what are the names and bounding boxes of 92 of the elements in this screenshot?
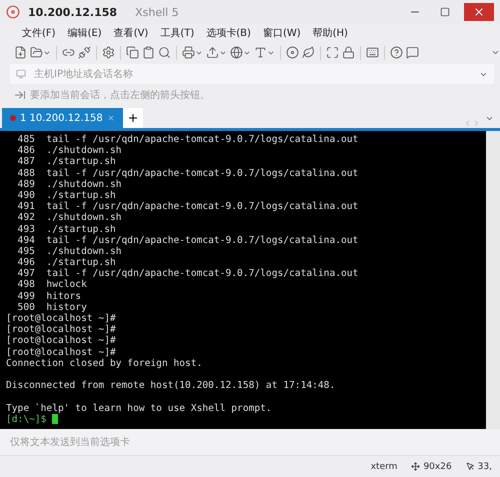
menu-item[interactable]: 选项卡(B) xyxy=(200,26,257,40)
status-dot-icon xyxy=(10,115,16,121)
add-tab-button[interactable] xyxy=(122,108,143,128)
globe-button[interactable] xyxy=(230,46,251,59)
fullscreen-button[interactable] xyxy=(326,46,339,59)
font-button[interactable] xyxy=(254,46,275,59)
disc-button[interactable] xyxy=(286,46,299,59)
help-icon xyxy=(390,46,403,59)
clipboard-button[interactable] xyxy=(142,46,155,59)
terminal-line: 493 ./startup.sh xyxy=(16,224,116,234)
menu-item[interactable]: 编辑(E) xyxy=(62,26,108,40)
terminal-line: [root@localhost ~]# xyxy=(6,346,116,358)
terminal-line: 497 tail -f /usr/qdn/apache-tomcat-9.0.7/logs/catalina.out xyxy=(16,268,358,280)
terminal-type: xterm xyxy=(370,462,398,472)
terminal-size: 90x26 xyxy=(423,462,452,472)
folder-icon xyxy=(30,46,43,59)
terminal-line: 488 tail -f /usr/qdn/apache-tomcat-9.0.7/logs/catalina.out xyxy=(16,168,358,179)
clipboard-icon xyxy=(142,46,155,59)
keyboard-button[interactable] xyxy=(366,46,379,59)
terminal-line: 486 ./shutdown.sh xyxy=(16,145,122,156)
leaf-icon xyxy=(302,46,315,59)
terminal-line: 485 tail -f /usr/qdn/apache-tomcat-9.0.7/logs/catalina.out xyxy=(16,134,358,145)
overflow-icon[interactable] xyxy=(491,48,500,57)
font-icon xyxy=(254,46,267,59)
terminal-line: [root@localhost ~]# xyxy=(6,324,116,336)
cursor-position-icon xyxy=(466,462,475,471)
leaf-button[interactable] xyxy=(302,46,315,59)
menu-item[interactable]: 帮助(H) xyxy=(306,26,354,40)
address-input[interactable]: 主机IP地址或会话名称 xyxy=(32,68,473,80)
terminal-line: Connection closed by foreign host. xyxy=(6,358,202,369)
close-button[interactable] xyxy=(464,3,494,21)
window-title: 10.200.12.158 xyxy=(28,6,118,18)
fullscreen-icon xyxy=(326,46,339,59)
terminal-line: 496 ./startup.sh xyxy=(16,257,116,268)
upload-icon xyxy=(206,46,219,59)
globe-icon xyxy=(230,46,243,59)
copy-icon xyxy=(126,46,139,59)
session-tab[interactable]: 1 10.200.12.158 xyxy=(2,108,123,128)
terminal-line: 492 ./shutdown.sh xyxy=(16,212,122,224)
terminal-line: Disconnected from remote host(10.200.12.158) at 17:14:48. xyxy=(6,380,336,392)
chat-button[interactable] xyxy=(406,46,419,59)
printer-icon xyxy=(182,46,195,59)
monitor-icon xyxy=(16,69,26,79)
folder-button[interactable] xyxy=(30,46,51,59)
terminal-line: [root@localhost ~]# xyxy=(6,313,116,324)
terminal-line: 495 ./shutdown.sh xyxy=(16,246,122,257)
plus-icon xyxy=(126,112,139,124)
terminal-line: 489 ./shutdown.sh xyxy=(16,178,122,190)
new-file-button[interactable] xyxy=(14,46,27,59)
upload-button[interactable] xyxy=(206,46,227,59)
terminal-line: 494 tail -f /usr/qdn/apache-tomcat-9.0.7/logs/catalina.out xyxy=(16,234,358,246)
settings-icon xyxy=(102,46,115,59)
settings-button[interactable] xyxy=(102,46,115,59)
terminal-line: 500 history xyxy=(16,302,87,313)
size-icon xyxy=(411,462,420,471)
menu-item[interactable]: 工具(T) xyxy=(154,26,200,40)
copy-button[interactable] xyxy=(126,46,139,59)
search-icon xyxy=(158,46,171,59)
new-file-icon xyxy=(14,46,27,59)
send-text-field[interactable]: 仅将文本发送到当前选项卡 xyxy=(8,436,492,448)
tab-list-icon[interactable] xyxy=(485,114,494,123)
address-field[interactable]: 主机IP地址或会话名称 xyxy=(10,64,494,84)
maximize-icon xyxy=(440,7,450,17)
lock-icon xyxy=(342,46,355,59)
terminal-line: [root@localhost ~]# xyxy=(6,335,116,346)
cursor-position: 33, xyxy=(478,462,492,472)
app-name: Xshell 5 xyxy=(135,6,179,18)
terminal-line: 499 hitors xyxy=(16,290,82,302)
keyboard-icon xyxy=(366,46,379,59)
help-button[interactable] xyxy=(390,46,403,59)
printer-button[interactable] xyxy=(182,46,203,59)
terminal-line: 498 hwclock xyxy=(16,279,87,290)
menu-item[interactable]: 窗口(W) xyxy=(256,26,307,40)
search-button[interactable] xyxy=(158,46,171,59)
terminal-line: 490 ./startup.sh xyxy=(16,190,116,201)
terminal-line: 491 tail -f /usr/qdn/apache-tomcat-9.0.7/logs/catalina.out xyxy=(16,201,358,212)
send-bar[interactable]: 仅将文本发送到当前选项卡 xyxy=(0,429,500,456)
menu-item[interactable]: 查看(V) xyxy=(108,26,154,40)
disc-icon xyxy=(286,46,299,59)
add-session-icon[interactable] xyxy=(14,89,26,101)
terminal-line: Type `help' to learn how to use Xshell prompt. xyxy=(6,402,272,414)
cursor-icon xyxy=(52,414,58,424)
plug-button[interactable] xyxy=(78,46,91,59)
close-icon xyxy=(473,6,485,18)
terminal-line: 487 ./startup.sh xyxy=(16,156,116,168)
chat-icon xyxy=(406,46,419,59)
lock-button[interactable] xyxy=(342,46,355,59)
prompt-text: [d:\~]$ xyxy=(6,414,48,425)
menu-item[interactable]: 文件(F) xyxy=(16,26,62,40)
hint-text: 要添加当前会话，点击左侧的箭头按钮。 xyxy=(30,88,210,102)
plug-icon xyxy=(78,46,91,59)
app-logo-icon xyxy=(6,5,20,19)
